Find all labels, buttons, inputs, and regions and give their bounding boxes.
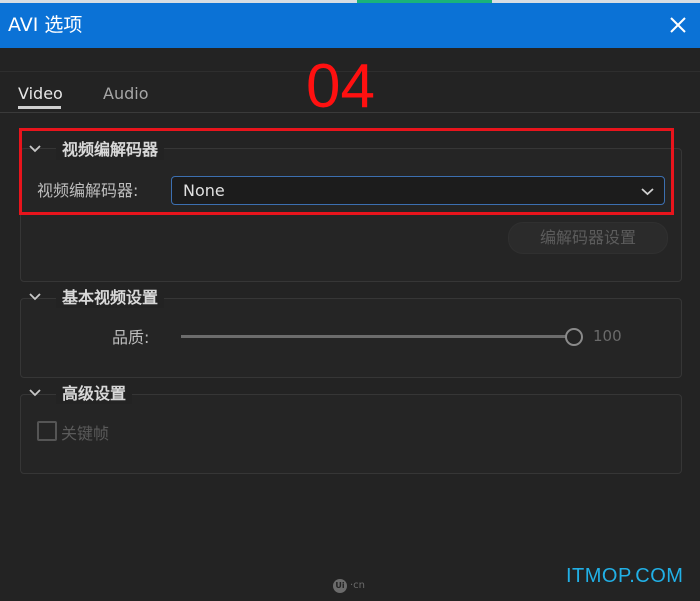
tab-video[interactable]: Video <box>18 84 63 104</box>
advanced-panel <box>20 394 682 474</box>
keyframe-label: 关键帧 <box>61 424 110 443</box>
step-annotation-number: 04 <box>306 52 375 121</box>
close-icon[interactable] <box>664 11 692 39</box>
ui-logo-suffix: ·cn <box>350 580 366 591</box>
advanced-section-title: 高级设置 <box>56 384 133 404</box>
codec-settings-button[interactable]: 编解码器设置 <box>508 222 668 254</box>
site-watermark: ITMOP.COM <box>566 565 684 587</box>
tab-audio[interactable]: Audio <box>103 84 148 104</box>
quality-slider-track[interactable] <box>181 335 567 338</box>
chevron-down-icon[interactable] <box>28 386 42 400</box>
window-title: AVI 选项 <box>8 14 83 36</box>
quality-label: 品质: <box>112 328 150 347</box>
chevron-down-icon[interactable] <box>28 290 42 304</box>
ui-logo: Ui <box>333 579 347 593</box>
keyframe-checkbox[interactable] <box>37 421 57 441</box>
quality-slider-thumb[interactable] <box>565 328 583 346</box>
highlight-box <box>19 128 674 215</box>
quality-value: 100 <box>593 327 622 345</box>
active-tab-indicator <box>18 106 61 109</box>
title-bar: AVI 选项 <box>0 3 700 48</box>
basic-video-section-title: 基本视频设置 <box>56 288 165 308</box>
